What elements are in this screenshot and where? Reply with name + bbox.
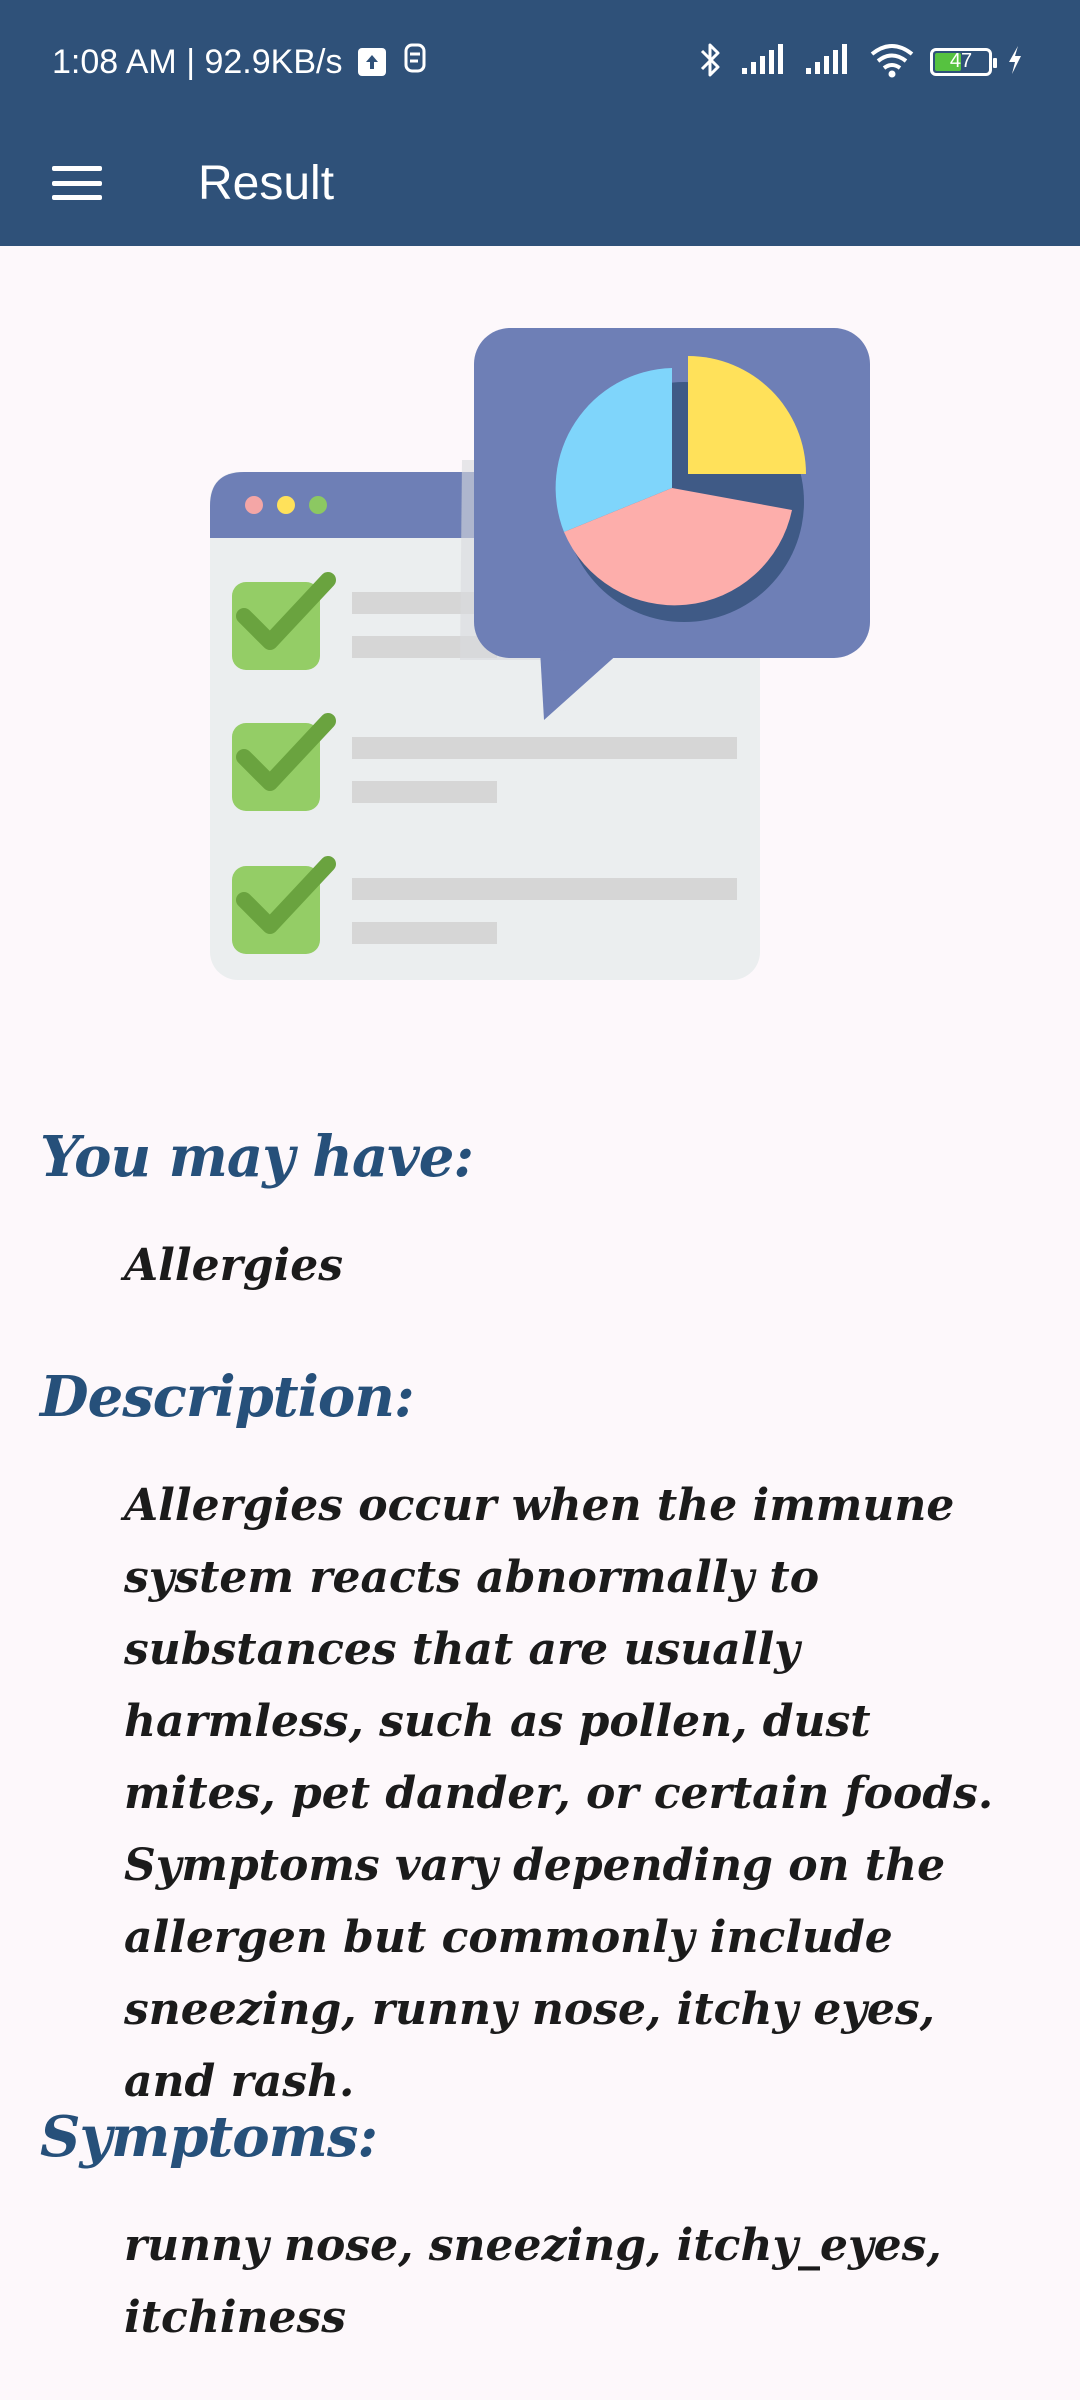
symptoms-heading: Symptoms: xyxy=(40,2104,378,2170)
toolbar: Result xyxy=(0,122,1080,246)
signal-icon xyxy=(740,43,790,81)
charging-icon xyxy=(1006,44,1024,81)
symptoms-text: runny nose, sneezing, itchy_eyes, itchin… xyxy=(124,2220,942,2343)
bluetooth-icon xyxy=(696,40,726,85)
description-text: Allergies occur when the immune system r… xyxy=(124,1480,994,2107)
diagnosis-heading: You may have: xyxy=(40,1124,474,1190)
battery-level: 47 xyxy=(949,50,973,72)
upload-icon xyxy=(358,48,387,76)
description-heading: Description: xyxy=(40,1364,415,1430)
page-title: Result xyxy=(198,157,335,210)
status-time-speed: 1:08 AM | 92.9KB/s xyxy=(52,42,343,81)
app-bar: 1:08 AM | 92.9KB/s 47 Result xyxy=(0,0,1080,246)
wifi-icon xyxy=(868,42,916,83)
status-right: 47 xyxy=(696,38,1024,86)
hamburger-icon xyxy=(52,166,102,200)
diagnosis-value: Allergies xyxy=(124,1240,343,1291)
status-left: 1:08 AM | 92.9KB/s xyxy=(52,38,428,86)
signal-icon-2 xyxy=(804,43,854,81)
status-bar: 1:08 AM | 92.9KB/s 47 xyxy=(0,0,1080,122)
menu-button[interactable] xyxy=(40,150,114,216)
battery-icon: 47 xyxy=(930,48,997,76)
result-illustration xyxy=(200,320,880,1000)
notification-icon xyxy=(402,42,428,83)
